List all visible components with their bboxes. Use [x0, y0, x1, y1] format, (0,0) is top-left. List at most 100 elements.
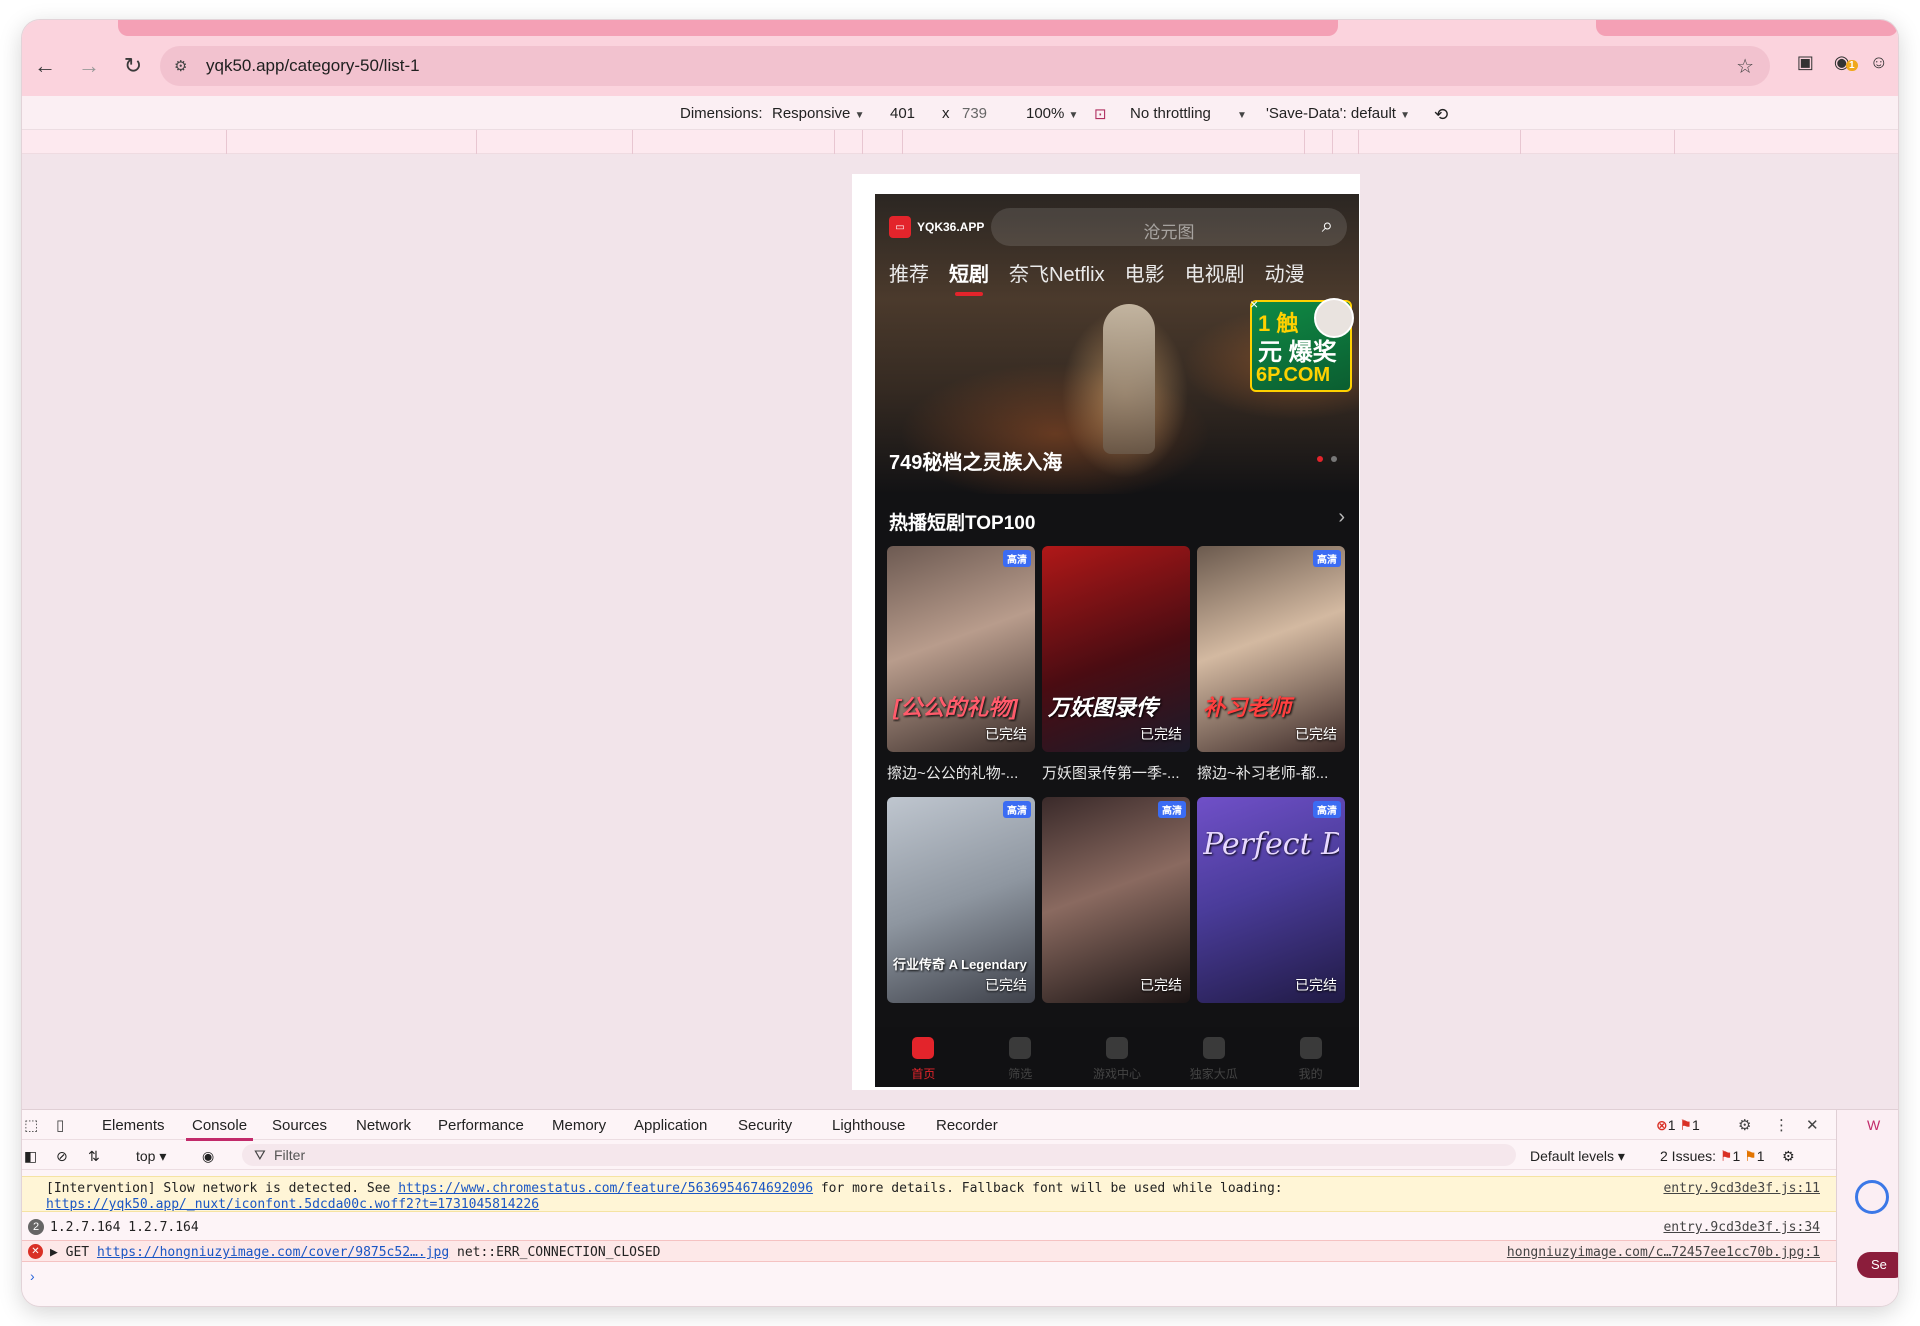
tab-recorder[interactable]: Recorder — [936, 1117, 998, 1134]
live-expression-eye-icon[interactable]: ◉ — [202, 1148, 214, 1165]
device-toggle-icon[interactable]: ▯ — [56, 1116, 64, 1134]
tab-profile[interactable]: 我的 — [1262, 1027, 1359, 1087]
tab-home[interactable]: 首页 — [875, 1027, 972, 1087]
side-panel-tab[interactable]: W — [1867, 1117, 1880, 1133]
tab-recommend[interactable]: 推荐 — [889, 258, 929, 287]
devtools-tab-bar: ⬚ ▯ Elements Console Sources Network Per… — [22, 1110, 1898, 1141]
error-icon: ✕ — [28, 1244, 43, 1259]
forward-button[interactable]: → — [68, 45, 110, 87]
source-link[interactable]: entry.9cd3de3f.js:11 — [1663, 1181, 1820, 1196]
url-text[interactable]: yqk50.app/category-50/list-1 — [206, 56, 420, 76]
issue-warning-count: 1 — [1756, 1148, 1765, 1164]
drama-card[interactable]: 高清 Perfect Del 已完结 — [1197, 797, 1345, 1003]
more-options-icon[interactable]: ⋮ — [1774, 1116, 1789, 1134]
chevron-right-icon[interactable]: › — [1338, 506, 1345, 529]
settings-gear-icon[interactable]: ⚙ — [1738, 1116, 1751, 1134]
drama-poster[interactable]: 万妖图录传 已完结 — [1042, 546, 1190, 752]
source-link[interactable]: entry.9cd3de3f.js:34 — [1663, 1220, 1820, 1235]
throttling-select[interactable]: No throttling ▼ — [1130, 105, 1247, 122]
hero-title[interactable]: 749秘档之灵族入海 — [889, 446, 1062, 475]
carousel-dot-active[interactable] — [1317, 456, 1323, 462]
address-bar[interactable]: ⚙ yqk50.app/category-50/list-1 ☆ — [160, 46, 1770, 86]
log-levels-select[interactable]: Default levels ▾ — [1530, 1148, 1625, 1165]
drama-caption[interactable]: 擦边~公公的礼物-... — [887, 762, 1035, 783]
tab-anime[interactable]: 动漫 — [1265, 258, 1305, 287]
drama-poster[interactable]: 高清 [公公的礼物] 已完结 — [887, 546, 1035, 752]
hd-badge: 高清 — [1313, 801, 1341, 818]
issues-button[interactable]: 2 Issues: ⚑1 ⚑1 — [1660, 1148, 1765, 1165]
tab-console[interactable]: Console — [185, 1117, 254, 1141]
filter-collapse-icon[interactable]: ⇅ — [88, 1148, 100, 1165]
chromestatus-link[interactable]: https://www.chromestatus.com/feature/563… — [398, 1181, 813, 1196]
context-select[interactable]: top ▾ — [136, 1148, 166, 1165]
console-settings-icon[interactable]: ⚙ — [1782, 1148, 1795, 1165]
expand-arrow[interactable]: ▶ GET — [50, 1245, 97, 1260]
image-url-link[interactable]: https://hongniuzyimage.com/cover/9875c52… — [97, 1245, 449, 1260]
tab-game-center[interactable]: 游戏中心 — [1069, 1027, 1166, 1087]
device-select[interactable]: Responsive ▼ — [772, 105, 864, 122]
back-button[interactable]: ← — [24, 45, 66, 87]
tab-movie[interactable]: 电影 — [1125, 258, 1165, 287]
extension-icon[interactable]: ▣ — [1797, 52, 1814, 73]
drama-card[interactable]: 高清 补习老师 已完结 擦边~补习老师-都... — [1197, 546, 1345, 783]
drama-card[interactable]: 高清 [公公的礼物] 已完结 擦边~公公的礼物-... — [887, 546, 1035, 783]
section-title[interactable]: 热播短剧TOP100 — [889, 508, 1035, 535]
close-icon[interactable]: × — [1250, 296, 1258, 312]
drama-poster[interactable]: 高清 已完结 — [1042, 797, 1190, 1003]
tab-network[interactable]: Network — [356, 1117, 411, 1134]
console-filter-bar: ◧ ⊘ ⇅ top ▾ ◉ ⛛ Filter Default levels ▾ … — [22, 1140, 1898, 1170]
tab-security[interactable]: Security — [738, 1117, 792, 1134]
carousel-dots — [1317, 456, 1337, 462]
send-button[interactable]: Se — [1857, 1252, 1898, 1278]
inspect-element-icon[interactable]: ⬚ — [24, 1116, 38, 1134]
tab-application[interactable]: Application — [634, 1117, 707, 1134]
clear-console-icon[interactable]: ⊘ — [56, 1148, 68, 1165]
browser-tab[interactable] — [1596, 20, 1898, 36]
screenshot-icon[interactable]: ⊡ — [1094, 105, 1107, 123]
tab-lighthouse[interactable]: Lighthouse — [832, 1117, 905, 1134]
console-filter-input[interactable]: ⛛ Filter — [242, 1144, 1516, 1166]
console-prompt[interactable]: › — [30, 1268, 35, 1284]
search-input[interactable]: 沧元图 ⌕ — [991, 208, 1347, 246]
drama-poster[interactable]: 高清 补习老师 已完结 — [1197, 546, 1345, 752]
site-info-icon[interactable]: ⚙ — [174, 57, 202, 75]
sidebar-toggle-icon[interactable]: ◧ — [24, 1148, 37, 1165]
save-data-select[interactable]: 'Save-Data': default ▼ — [1266, 105, 1410, 122]
tab-short-drama[interactable]: 短剧 — [949, 258, 989, 296]
close-devtools-icon[interactable]: ✕ — [1806, 1116, 1819, 1134]
site-logo[interactable]: ▭ YQK36.APP — [889, 216, 984, 238]
floating-ad[interactable]: × 1 触 元 爆奖 6P.COM — [1250, 296, 1354, 392]
rotate-icon[interactable]: ⟲ — [1434, 105, 1448, 125]
tab-memory[interactable]: Memory — [552, 1117, 606, 1134]
drama-card[interactable]: 万妖图录传 已完结 万妖图录传第一季-... — [1042, 546, 1190, 783]
tab-elements[interactable]: Elements — [102, 1117, 165, 1134]
reload-button[interactable]: ↻ — [112, 45, 154, 87]
tab-tv-series[interactable]: 电视剧 — [1185, 258, 1245, 287]
extension-badge-icon[interactable]: ◉ 1 — [1834, 52, 1858, 73]
source-link[interactable]: hongniuzyimage.com/c…72457ee1cc70b.jpg:1 — [1507, 1245, 1820, 1260]
drama-caption[interactable]: 万妖图录传第一季-... — [1042, 762, 1190, 783]
tab-exclusive[interactable]: 独家大瓜 — [1165, 1027, 1262, 1087]
tab-filter[interactable]: 筛选 — [972, 1027, 1069, 1087]
tab-sources[interactable]: Sources — [272, 1117, 327, 1134]
drama-card[interactable]: 高清 行业传奇 A Legendary Life 已完结 — [887, 797, 1035, 1003]
iconfont-link[interactable]: https://yqk50.app/_nuxt/iconfont.5dcda00… — [46, 1197, 539, 1212]
drama-caption[interactable]: 擦边~补习老师-都... — [1197, 762, 1345, 783]
width-input[interactable]: 401 — [890, 105, 915, 122]
carousel-dot[interactable] — [1331, 456, 1337, 462]
active-tab[interactable] — [118, 20, 1338, 36]
drama-poster[interactable]: 高清 行业传奇 A Legendary Life 已完结 — [887, 797, 1035, 1003]
bookmark-star-icon[interactable]: ☆ — [1736, 54, 1754, 79]
zoom-select[interactable]: 100% ▼ — [1026, 105, 1078, 122]
chrome-icon[interactable] — [1855, 1180, 1889, 1214]
search-icon[interactable]: ⌕ — [1322, 215, 1333, 238]
tab-performance[interactable]: Performance — [438, 1117, 524, 1134]
tab-label: 独家大瓜 — [1189, 1067, 1238, 1081]
drama-poster[interactable]: 高清 Perfect Del 已完结 — [1197, 797, 1345, 1003]
drama-card[interactable]: 高清 已完结 — [1042, 797, 1190, 1003]
error-count-badge[interactable]: ⊗1 ⚑1 — [1656, 1117, 1700, 1134]
tab-netflix[interactable]: 奈飞Netflix — [1009, 258, 1105, 287]
height-input[interactable]: 739 — [962, 105, 987, 122]
profile-avatar-icon[interactable]: ☺ — [1870, 52, 1888, 73]
media-query-ruler[interactable] — [22, 130, 1898, 154]
